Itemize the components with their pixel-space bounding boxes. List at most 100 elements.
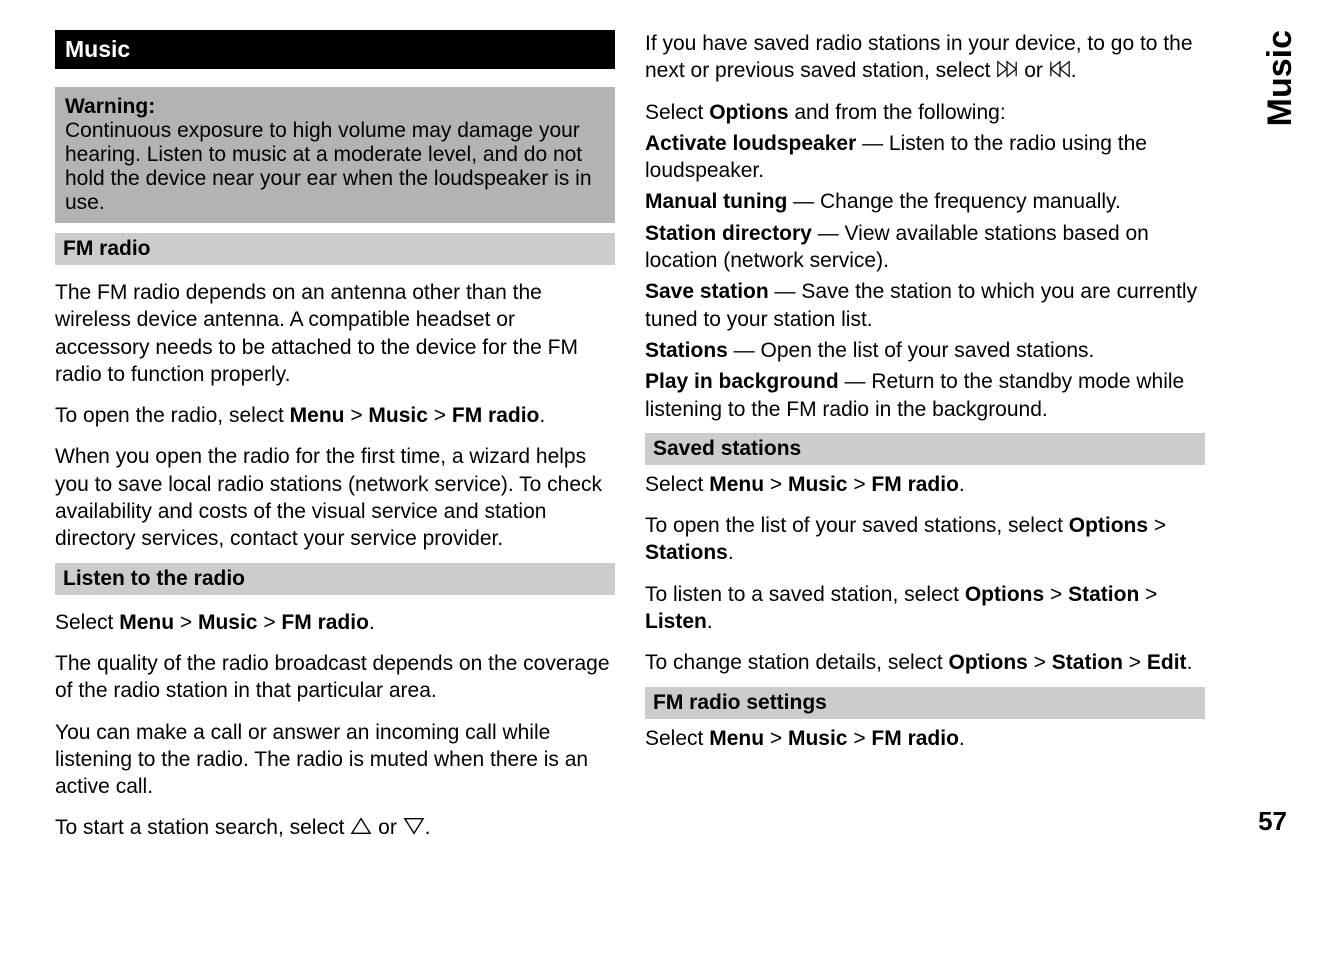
menu-label: Menu (709, 727, 764, 750)
listen-path: Select Menu > Music > FM radio. (55, 609, 615, 636)
text: . (959, 727, 965, 750)
listen-label: Listen (645, 610, 707, 633)
sep: > (344, 404, 368, 427)
edit-label: Edit (1147, 651, 1187, 674)
saved-listen: To listen to a saved station, select Opt… (645, 581, 1205, 636)
sep: > (257, 611, 281, 634)
text: and from the following: (789, 101, 1006, 124)
music-label: Music (368, 404, 428, 427)
fm-radio-open-path: To open the radio, select Menu > Music >… (55, 402, 615, 429)
listen-p2: You can make a call or answer an incomin… (55, 719, 615, 801)
chapter-header: Music (55, 30, 615, 69)
text: or (378, 816, 403, 839)
sep: > (764, 727, 788, 750)
text: or (1024, 59, 1049, 82)
fm-radio-head: FM radio (55, 233, 615, 265)
text: . (539, 404, 545, 427)
sep: > (1044, 583, 1068, 606)
text: Select (645, 101, 709, 124)
next-track-icon (996, 59, 1018, 79)
text: Select (55, 611, 119, 634)
fm-label: FM radio (871, 727, 959, 750)
fm-settings-head: FM radio settings (645, 687, 1205, 719)
left-column: Music Warning: Continuous exposure to hi… (55, 30, 615, 842)
opt-label: Stations (645, 339, 728, 362)
saved-stations-head: Saved stations (645, 433, 1205, 465)
text: Select (645, 473, 709, 496)
text: To start a station search, select (55, 816, 350, 839)
text: . (369, 611, 375, 634)
station-label: Station (1052, 651, 1123, 674)
options-label: Options (965, 583, 1044, 606)
fm-label: FM radio (871, 473, 959, 496)
side-chapter-label: Music (1261, 30, 1300, 126)
opt-save: Save station — Save the station to which… (645, 278, 1205, 333)
saved-station-nav: If you have saved radio stations in your… (645, 30, 1205, 85)
sep: > (1148, 514, 1166, 537)
sep: > (428, 404, 452, 427)
text: To listen to a saved station, select (645, 583, 965, 606)
saved-open-list: To open the list of your saved stations,… (645, 512, 1205, 567)
sep: > (1139, 583, 1157, 606)
options-label: Options (1069, 514, 1148, 537)
listen-search: To start a station search, select or . (55, 814, 615, 841)
triangle-up-icon (350, 816, 372, 836)
opt-label: Station directory (645, 222, 812, 245)
page-number: 57 (1258, 806, 1287, 837)
options-label: Options (709, 101, 788, 124)
music-label: Music (198, 611, 258, 634)
sep: > (847, 727, 871, 750)
text: To open the list of your saved stations,… (645, 514, 1069, 537)
sep: > (174, 611, 198, 634)
warning-box: Warning: Continuous exposure to high vol… (55, 87, 615, 223)
fm-radio-p3: When you open the radio for the first ti… (55, 443, 615, 552)
menu-label: Menu (119, 611, 174, 634)
options-label: Options (949, 651, 1028, 674)
opt-desc: — Open the list of your saved stations. (728, 339, 1095, 362)
sep: > (847, 473, 871, 496)
music-label: Music (788, 727, 848, 750)
sep: > (764, 473, 788, 496)
text: . (1071, 59, 1077, 82)
sep: > (1028, 651, 1052, 674)
right-column: If you have saved radio stations in your… (645, 30, 1205, 842)
menu-label: Menu (709, 473, 764, 496)
opt-manual: Manual tuning — Change the frequency man… (645, 188, 1205, 215)
sep: > (1123, 651, 1147, 674)
fm-radio-p1: The FM radio depends on an antenna other… (55, 279, 615, 388)
opt-label: Manual tuning (645, 190, 787, 213)
options-intro: Select Options and from the following: (645, 99, 1205, 126)
listen-head: Listen to the radio (55, 563, 615, 595)
text: Select (645, 727, 709, 750)
warning-body: Continuous exposure to high volume may d… (65, 119, 592, 214)
opt-label: Activate loudspeaker (645, 132, 856, 155)
music-label: Music (788, 473, 848, 496)
document-page: Music Warning: Continuous exposure to hi… (0, 0, 1322, 852)
triangle-down-icon (403, 816, 425, 836)
opt-desc: — Change the frequency manually. (787, 190, 1120, 213)
opt-stations: Stations — Open the list of your saved s… (645, 337, 1205, 364)
text: . (728, 541, 734, 564)
opt-label: Save station (645, 280, 769, 303)
text: . (1187, 651, 1193, 674)
listen-p1: The quality of the radio broadcast depen… (55, 650, 615, 705)
text: . (707, 610, 713, 633)
menu-label: Menu (290, 404, 345, 427)
station-label: Station (1068, 583, 1139, 606)
settings-path: Select Menu > Music > FM radio. (645, 725, 1205, 752)
opt-activate: Activate loudspeaker — Listen to the rad… (645, 130, 1205, 185)
text: To open the radio, select (55, 404, 290, 427)
text: . (425, 816, 431, 839)
opt-play-bg: Play in background — Return to the stand… (645, 368, 1205, 423)
text: If you have saved radio stations in your… (645, 32, 1193, 82)
stations-label: Stations (645, 541, 728, 564)
fm-label: FM radio (452, 404, 540, 427)
prev-track-icon (1049, 59, 1071, 79)
saved-edit: To change station details, select Option… (645, 649, 1205, 676)
opt-directory: Station directory — View available stati… (645, 220, 1205, 275)
opt-label: Play in background (645, 370, 839, 393)
text: . (959, 473, 965, 496)
warning-title: Warning: (65, 95, 155, 118)
fm-label: FM radio (281, 611, 369, 634)
text: To change station details, select (645, 651, 949, 674)
